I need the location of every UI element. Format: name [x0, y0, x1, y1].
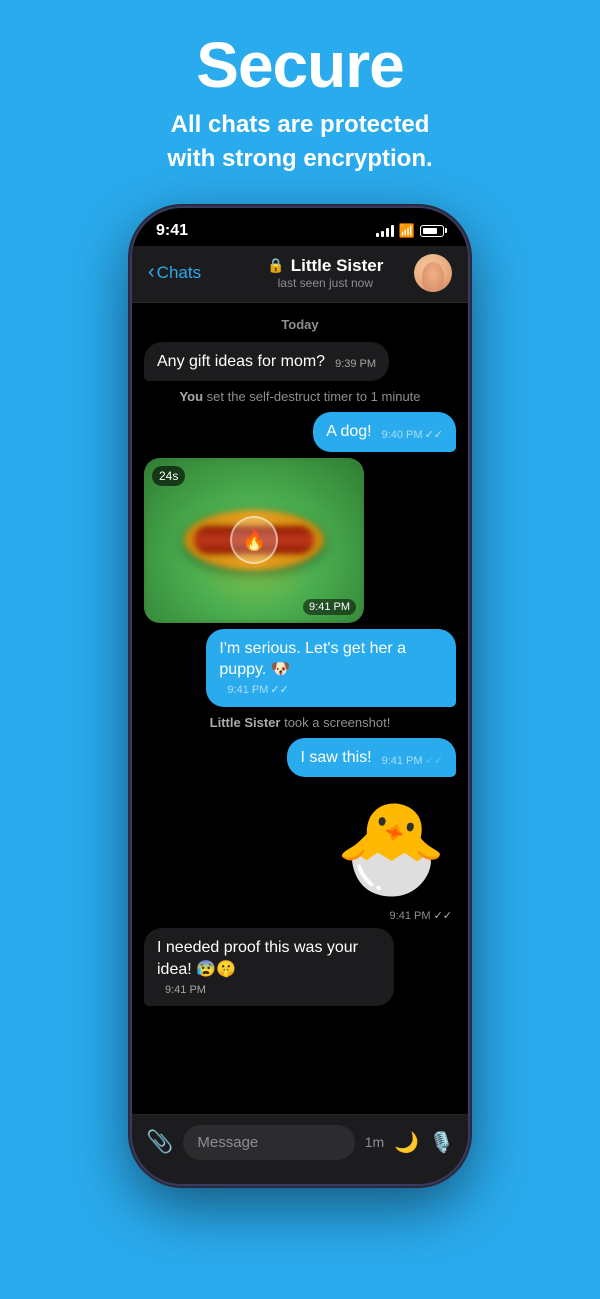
- outgoing-bubble: I saw this! 9:41 PM ✓✓: [287, 738, 456, 778]
- signal-bar-1: [376, 233, 379, 237]
- image-time-overlay: 9:41 PM: [303, 599, 356, 615]
- msg-content-row: Any gift ideas for mom? 9:39 PM: [157, 351, 376, 373]
- nav-contact-status: last seen just now: [237, 276, 414, 290]
- status-bar: 9:41 📶: [132, 208, 468, 246]
- signal-bar-4: [391, 225, 394, 237]
- hero-section: Secure All chats are protectedwith stron…: [0, 0, 600, 196]
- screenshot-notice: Little Sister took a screenshot!: [144, 713, 456, 732]
- avatar-face: [414, 254, 452, 292]
- nav-back-button[interactable]: ‹ Chats: [148, 261, 237, 284]
- system-message: You set the self-destruct timer to 1 min…: [144, 387, 456, 406]
- nav-bar: ‹ Chats 🔒 Little Sister last seen just n…: [132, 246, 468, 303]
- wifi-icon: 📶: [399, 223, 415, 239]
- incoming-bubble: Any gift ideas for mom? 9:39 PM: [144, 342, 389, 382]
- play-overlay[interactable]: 🔥: [230, 516, 278, 564]
- msg-time: 9:41 PM: [165, 983, 206, 998]
- msg-text: I needed proof this was your idea! 😰🤫: [157, 937, 381, 980]
- nav-contact-name: Little Sister: [291, 256, 384, 276]
- outgoing-bubble: I'm serious. Let's get her a puppy. 🐶 9:…: [206, 629, 456, 707]
- incoming-bubble: I needed proof this was your idea! 😰🤫 9:…: [144, 928, 394, 1006]
- checkmarks-icon: ✓✓: [425, 754, 443, 769]
- signal-bar-3: [386, 228, 389, 237]
- msg-time: 9:40 PM: [382, 428, 423, 443]
- image-bubble[interactable]: 🔥 24s 9:41 PM: [144, 458, 364, 623]
- status-time: 9:41: [156, 222, 188, 240]
- nav-center: 🔒 Little Sister last seen just now: [237, 256, 414, 290]
- nav-title-row: 🔒 Little Sister: [237, 256, 414, 276]
- screenshot-text: took a screenshot!: [284, 715, 390, 730]
- msg-content-row: I saw this! 9:41 PM ✓✓: [300, 747, 443, 769]
- status-icons: 📶: [376, 223, 444, 239]
- phone-outer: 9:41 📶 ‹ Ch: [130, 206, 470, 1186]
- outgoing-bubble: A dog! 9:40 PM ✓✓: [313, 412, 456, 452]
- msg-time: 9:41 PM: [227, 683, 268, 698]
- battery-fill: [423, 228, 437, 234]
- chevron-left-icon: ‹: [148, 261, 155, 284]
- signal-bar-2: [381, 231, 384, 237]
- checkmarks-icon: ✓✓: [270, 683, 288, 698]
- signal-bars-icon: [376, 225, 394, 237]
- msg-content-row: A dog! 9:40 PM ✓✓: [326, 421, 443, 443]
- message-row: I needed proof this was your idea! 😰🤫 9:…: [144, 928, 456, 1006]
- avatar[interactable]: [414, 254, 452, 292]
- attach-button[interactable]: 📎: [146, 1129, 173, 1155]
- message-placeholder: Message: [197, 1134, 258, 1151]
- battery-icon: [420, 225, 444, 237]
- timer-badge: 24s: [152, 466, 185, 486]
- msg-text: A dog!: [326, 421, 371, 443]
- message-row: I saw this! 9:41 PM ✓✓: [144, 738, 456, 778]
- screenshot-name: Little Sister: [210, 715, 281, 730]
- system-msg-text: You set the self-destruct timer to 1 min…: [179, 389, 420, 404]
- msg-time: 9:41 PM: [382, 754, 423, 769]
- msg-text: I saw this!: [300, 747, 371, 769]
- msg-time: 9:39 PM: [335, 357, 376, 372]
- message-row: I'm serious. Let's get her a puppy. 🐶 9:…: [144, 629, 456, 707]
- image-message-row: 🔥 24s 9:41 PM: [144, 458, 456, 623]
- sticker-message-row: 🐣 9:41 PM ✓✓: [144, 783, 456, 922]
- message-row: A dog! 9:40 PM ✓✓: [144, 412, 456, 452]
- nav-back-label: Chats: [157, 263, 201, 283]
- chat-area[interactable]: Today Any gift ideas for mom? 9:39 PM Yo…: [132, 303, 468, 1114]
- phone-wrapper: 9:41 📶 ‹ Ch: [130, 206, 470, 1206]
- msg-text: Any gift ideas for mom?: [157, 351, 325, 373]
- message-input[interactable]: Message: [183, 1125, 354, 1160]
- timer-label[interactable]: 1m: [365, 1134, 384, 1150]
- phone-screen: 9:41 📶 ‹ Ch: [132, 208, 468, 1184]
- lock-icon: 🔒: [267, 257, 284, 274]
- msg-text: I'm serious. Let's get her a puppy. 🐶: [219, 638, 443, 681]
- bottom-bar: 📎 Message 1m 🌙 🎙️: [132, 1114, 468, 1184]
- checkmarks-icon: ✓✓: [425, 428, 443, 443]
- moon-icon[interactable]: 🌙: [394, 1130, 419, 1155]
- message-row: Any gift ideas for mom? 9:39 PM: [144, 342, 456, 382]
- msg-content-row: I needed proof this was your idea! 😰🤫 9:…: [157, 937, 381, 997]
- microphone-icon[interactable]: 🎙️: [429, 1130, 454, 1155]
- msg-content-row: I'm serious. Let's get her a puppy. 🐶 9:…: [219, 638, 443, 698]
- sticker-emoji: 🐣: [335, 796, 447, 901]
- hero-title: Secure: [20, 30, 580, 100]
- play-icon: 🔥: [242, 528, 267, 553]
- date-divider: Today: [144, 313, 456, 336]
- sticker-area: 🐣: [326, 783, 456, 913]
- hero-subtitle: All chats are protectedwith strong encry…: [20, 108, 580, 175]
